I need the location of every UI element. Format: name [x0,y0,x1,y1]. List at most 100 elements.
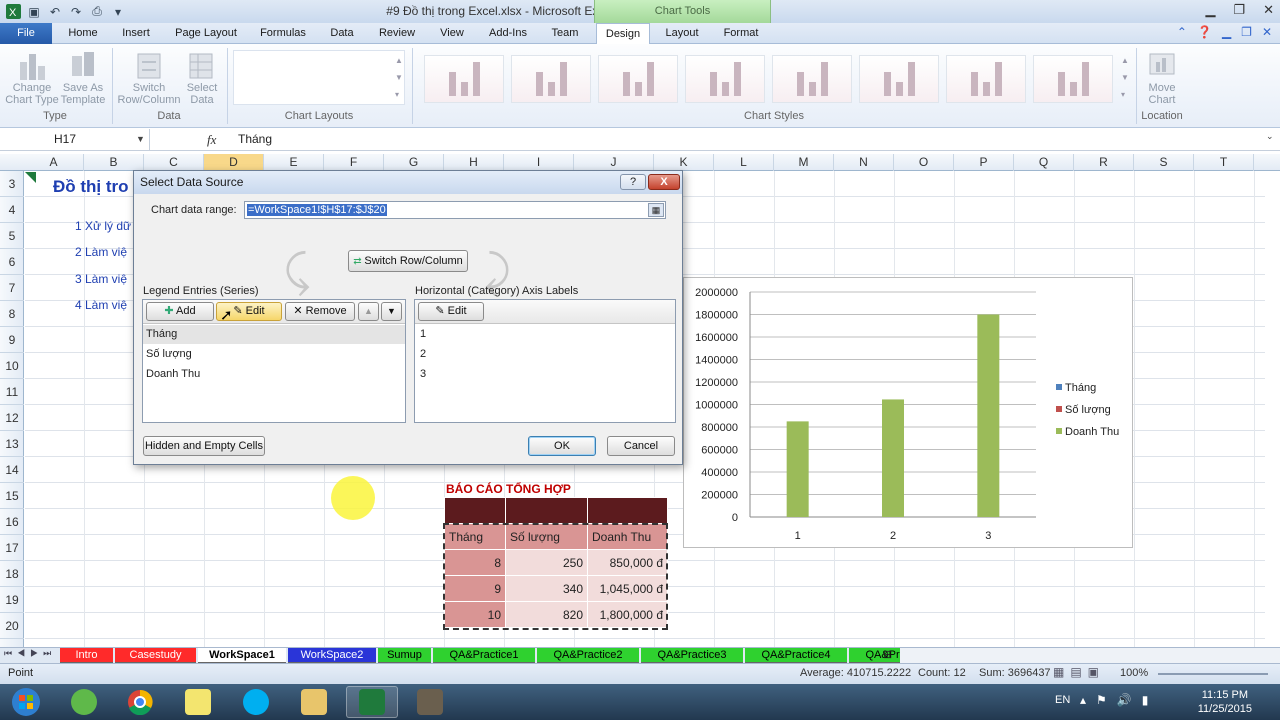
list-item[interactable]: 4 Làm việ [75,298,127,312]
collapse-dialog-icon[interactable]: ▦ [648,203,664,217]
select-data-button[interactable]: Select Data [182,50,222,106]
horizontal-scrollbar[interactable] [900,648,1280,663]
table-cell[interactable]: 340 [505,575,588,602]
dialog-help-button[interactable]: ? [620,174,646,190]
row-header-11[interactable]: 11 [0,379,24,405]
row-header-17[interactable]: 17 [0,535,24,561]
sheet-tab[interactable]: QA&Practice4 [745,648,847,663]
tab-view[interactable]: View [432,23,472,44]
tab-formulas[interactable]: Formulas [253,23,313,44]
list-item[interactable]: 1 [417,328,426,340]
row-header-14[interactable]: 14 [0,457,24,483]
start-button[interactable] [0,686,52,718]
tab-file[interactable]: File [0,23,52,44]
app-icon-2[interactable] [404,686,456,718]
doc-close-icon[interactable]: ✕ [1262,25,1272,39]
switch-row-column-button[interactable]: ⇄ Switch Row/Column [348,250,468,272]
tab-design[interactable]: Design [596,23,650,45]
column-header-k[interactable]: K [654,154,714,171]
row-header-10[interactable]: 10 [0,353,24,379]
column-header-f[interactable]: F [324,154,384,171]
language-indicator[interactable]: EN [1055,694,1070,706]
cancel-button[interactable]: Cancel [607,436,675,456]
bar-Doanh Thu[interactable] [786,421,809,517]
skype-icon[interactable] [230,686,282,718]
tab-team[interactable]: Team [544,23,586,44]
row-header-5[interactable]: 5 [0,223,24,249]
column-header-g[interactable]: G [384,154,444,171]
column-header-l[interactable]: L [714,154,774,171]
chart-layouts-gallery[interactable] [233,50,405,105]
list-item[interactable]: 1 Xử lý dữ [75,219,131,233]
list-item[interactable]: 2 [417,348,426,360]
zoom-slider[interactable] [1158,673,1268,675]
minimize-icon[interactable]: ▁ [1205,2,1215,18]
table-cell[interactable]: 10 [444,601,506,628]
column-header-s[interactable]: S [1134,154,1194,171]
collapse-ribbon-icon[interactable]: ⌃ [1177,25,1187,39]
sheet-tab[interactable]: QA&Practice2 [537,648,639,663]
table-cell[interactable]: 850,000 đ [587,549,668,576]
column-header-e[interactable]: E [264,154,324,171]
switch-row-column-ribbon-button[interactable]: Switch Row/Column [116,50,182,106]
chart-style-thumb[interactable] [511,55,591,103]
doc-restore-icon[interactable]: ❐ [1241,25,1252,39]
bar-Doanh Thu[interactable] [977,314,1000,518]
name-box-dropdown-icon[interactable]: ▼ [136,129,145,150]
restore-icon[interactable]: ❐ [1233,2,1245,18]
tab-layout[interactable]: Layout [656,23,708,44]
tab-review[interactable]: Review [371,23,423,44]
column-header-a[interactable]: A [24,154,84,171]
column-header-m[interactable]: M [774,154,834,171]
sheet-title-cell[interactable]: Đồ thị tro [53,177,129,197]
column-header-n[interactable]: N [834,154,894,171]
tab-data[interactable]: Data [322,23,362,44]
insert-sheet-icon[interactable]: ⊞ [883,648,892,661]
chart-area[interactable]: 0 200000 400000 600000 800000 1000000 1200000 1… [683,277,1133,548]
chart-style-thumb[interactable] [598,55,678,103]
row-header-7[interactable]: 7 [0,275,24,301]
tab-insert[interactable]: Insert [113,23,159,44]
table-header-cell[interactable]: Tháng [444,523,506,550]
hidden-empty-cells-button[interactable]: Hidden and Empty Cells [143,436,265,456]
list-item[interactable]: Doanh Thu [143,368,200,380]
table-cell[interactable]: 8 [444,549,506,576]
chart-style-thumb[interactable] [424,55,504,103]
column-header-j[interactable]: J [574,154,654,171]
edit-axis-labels-button[interactable]: ✎ Edit [418,302,484,321]
tab-format[interactable]: Format [714,23,768,44]
save-as-template-button[interactable]: Save As Template [60,50,106,106]
table-header-cell[interactable]: Doanh Thu [587,523,668,550]
report-title[interactable]: BÁO CÁO TỔNG HỢP [446,482,571,496]
chart-data-range-input[interactable]: =WorkSpace1!$H$17:$J$20 [244,201,666,219]
table-cell[interactable] [587,497,668,524]
row-header-20[interactable]: 20 [0,613,24,639]
table-cell[interactable]: 1,045,000 đ [587,575,668,602]
list-item[interactable]: Số lượng [143,348,192,360]
doc-minimize-icon[interactable]: ▁ [1222,25,1231,39]
row-header-9[interactable]: 9 [0,327,24,353]
column-header-d[interactable]: D [204,154,264,171]
dialog-close-button[interactable]: X [648,174,680,190]
table-cell[interactable]: 250 [505,549,588,576]
insert-function-button[interactable]: fx [207,129,229,150]
taskbar-clock[interactable]: 11:15 PM 11/25/2015 [1198,688,1252,716]
row-header-8[interactable]: 8 [0,301,24,327]
bar-Doanh Thu[interactable] [882,399,904,517]
row-header-13[interactable]: 13 [0,431,24,457]
legend-entry[interactable]: Doanh Thu [1065,426,1119,438]
table-cell[interactable] [505,497,588,524]
table-header-cell[interactable]: Số lượng [505,523,588,550]
table-cell[interactable]: 1,800,000 đ [587,601,668,628]
excel-taskbar-icon[interactable] [346,686,398,718]
add-series-button[interactable]: ✚ Add [146,302,214,321]
legend-entry[interactable]: Tháng [1065,382,1096,394]
row-header-3[interactable]: 3 [0,171,24,197]
tab-add-ins[interactable]: Add-Ins [481,23,535,44]
row-header-4[interactable]: 4 [0,197,24,223]
chrome-icon[interactable] [114,686,166,718]
chart-style-thumb[interactable] [772,55,852,103]
chart-style-thumb[interactable] [685,55,765,103]
sticky-notes-icon[interactable] [172,686,224,718]
view-buttons-icon[interactable]: ▦▤▣ [1053,665,1105,679]
